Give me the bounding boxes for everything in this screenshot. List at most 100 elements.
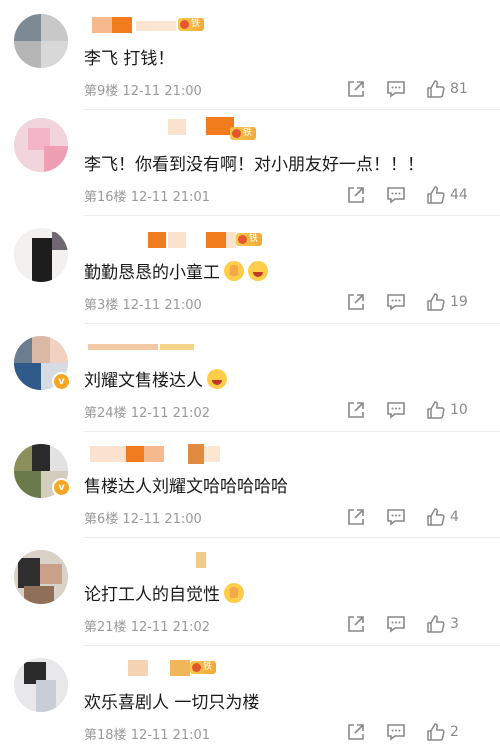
like-button[interactable]: 19 [426, 291, 468, 313]
floor-number: 第16楼 [84, 190, 127, 205]
floor-number: 第21楼 [84, 620, 127, 635]
comment-meta: 第16楼 12-11 21:01 [84, 186, 210, 205]
action-bar: 44 [346, 184, 486, 206]
like-button[interactable]: 81 [426, 78, 468, 100]
share-button[interactable] [346, 721, 366, 743]
share-button[interactable] [346, 506, 366, 528]
like-button[interactable]: 44 [426, 184, 468, 206]
like-button[interactable]: 4 [426, 506, 459, 528]
like-button[interactable]: 3 [426, 613, 459, 635]
like-count: 10 [450, 402, 468, 418]
reply-button[interactable] [386, 291, 406, 313]
timestamp: 12-11 21:02 [130, 406, 211, 421]
comment-meta: 第3楼 12-11 21:00 [84, 294, 202, 313]
share-icon [348, 187, 364, 203]
comment-meta: 第18楼 12-11 21:01 [84, 724, 210, 743]
comment-text: 李飞！你看到没有啊！对小朋友好一点！！！ [84, 155, 424, 175]
thumbs-up-emoji-icon [224, 583, 244, 603]
action-bar: 3 [346, 613, 486, 635]
action-bar: 4 [346, 506, 486, 528]
like-count: 2 [450, 724, 459, 740]
share-icon [348, 616, 364, 632]
floor-number: 第3楼 [84, 298, 119, 313]
thumbs-up-icon [427, 615, 445, 633]
like-button[interactable]: 10 [426, 399, 468, 421]
floor-number: 第24楼 [84, 406, 127, 421]
comment-item: v 售楼达人刘耀文哈哈哈哈哈 第6楼 12-11 21:00 4 [0, 432, 500, 538]
excited-face-emoji-icon [248, 261, 268, 281]
floor-number: 第6楼 [84, 512, 119, 527]
reply-button[interactable] [386, 721, 406, 743]
action-bar: 81 [346, 78, 486, 100]
fan-badge: 铁粉 [178, 18, 205, 42]
reply-button[interactable] [386, 78, 406, 100]
thumbs-up-icon [427, 80, 445, 98]
avatar[interactable] [14, 118, 68, 172]
comment-text: 论打工人的自觉性 [84, 580, 244, 605]
action-bar: 10 [346, 399, 486, 421]
timestamp: 12-11 21:02 [130, 620, 211, 635]
timestamp: 12-11 21:01 [130, 728, 211, 743]
avatar[interactable] [14, 550, 68, 604]
verified-badge-icon: v [52, 372, 71, 391]
thumbs-up-icon [427, 401, 445, 419]
thumbs-up-emoji-icon [224, 261, 244, 281]
comment-icon [387, 402, 405, 419]
reply-button[interactable] [386, 506, 406, 528]
comment-item: 论打工人的自觉性 第21楼 12-11 21:02 3 [0, 538, 500, 646]
like-count: 3 [450, 616, 459, 632]
fan-badge: 铁粉 [236, 233, 263, 257]
comment-meta: 第21楼 12-11 21:02 [84, 616, 210, 635]
comment-text-content: 论打工人的自觉性 [84, 585, 220, 605]
reply-button[interactable] [386, 613, 406, 635]
share-icon [348, 509, 364, 525]
like-count: 81 [450, 81, 468, 97]
excited-face-emoji-icon [207, 369, 227, 389]
share-button[interactable] [346, 399, 366, 421]
comment-item: 铁粉 欢乐喜剧人 一切只为楼 第18楼 12-11 21:01 2 [0, 646, 500, 749]
comment-item: 铁粉 李飞 打钱！ 第9楼 12-11 21:00 81 [0, 0, 500, 110]
timestamp: 12-11 21:01 [130, 190, 211, 205]
comment-icon [387, 187, 405, 204]
comment-meta: 第9楼 12-11 21:00 [84, 80, 202, 99]
comment-meta: 第24楼 12-11 21:02 [84, 402, 210, 421]
comment-icon [387, 294, 405, 311]
share-icon [348, 294, 364, 310]
thumbs-up-icon [427, 186, 445, 204]
share-icon [348, 724, 364, 740]
share-button[interactable] [346, 613, 366, 635]
floor-number: 第18楼 [84, 728, 127, 743]
fan-badge: 铁粉 [190, 661, 217, 685]
comment-text: 欢乐喜剧人 一切只为楼 [84, 693, 260, 713]
comment-meta: 第6楼 12-11 21:00 [84, 508, 202, 527]
timestamp: 12-11 21:00 [122, 298, 202, 313]
reply-button[interactable] [386, 399, 406, 421]
comment-icon [387, 509, 405, 526]
action-bar: 19 [346, 291, 486, 313]
comment-text: 刘耀文售楼达人 [84, 366, 227, 391]
thumbs-up-icon [427, 293, 445, 311]
comment-item: 铁粉 李飞！你看到没有啊！对小朋友好一点！！！ 第16楼 12-11 21:01… [0, 110, 500, 216]
comment-icon [387, 616, 405, 633]
avatar[interactable] [14, 228, 68, 282]
comment-text: 李飞 打钱！ [84, 49, 175, 69]
comment-text-content: 刘耀文售楼达人 [84, 371, 203, 391]
fan-badge: 铁粉 [230, 127, 257, 151]
avatar[interactable] [14, 658, 68, 712]
comment-text-content: 勤勤恳恳的小童工 [84, 263, 220, 283]
floor-number: 第9楼 [84, 84, 119, 99]
share-button[interactable] [346, 78, 366, 100]
share-button[interactable] [346, 291, 366, 313]
comment-item: 铁粉 勤勤恳恳的小童工 第3楼 12-11 21:00 19 [0, 216, 500, 324]
timestamp: 12-11 21:00 [122, 512, 202, 527]
like-button[interactable]: 2 [426, 721, 459, 743]
avatar[interactable] [14, 14, 68, 68]
like-count: 19 [450, 294, 468, 310]
comment-icon [387, 724, 405, 741]
like-count: 44 [450, 187, 468, 203]
reply-button[interactable] [386, 184, 406, 206]
comment-text: 勤勤恳恳的小童工 [84, 258, 268, 283]
share-button[interactable] [346, 184, 366, 206]
action-bar: 2 [346, 721, 486, 743]
timestamp: 12-11 21:00 [122, 84, 202, 99]
